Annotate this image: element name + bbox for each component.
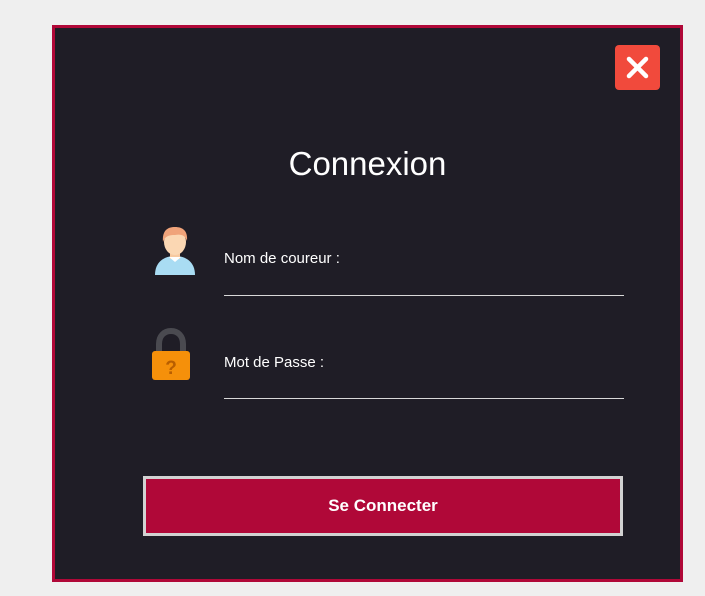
- username-label: Nom de coureur :: [224, 250, 340, 267]
- svg-text:?: ?: [165, 358, 177, 379]
- password-input[interactable]: [224, 374, 624, 399]
- close-icon: [626, 56, 649, 79]
- password-label: Mot de Passe :: [224, 354, 325, 371]
- lock-icon: ?: [152, 327, 190, 380]
- user-icon: [155, 227, 195, 275]
- username-input[interactable]: [224, 271, 624, 296]
- login-dialog: Connexion Nom de coureur : ? Mot de Pass…: [52, 25, 683, 582]
- close-button[interactable]: [615, 45, 660, 90]
- login-button[interactable]: Se Connecter: [143, 476, 623, 536]
- dialog-title: Connexion: [288, 145, 447, 182]
